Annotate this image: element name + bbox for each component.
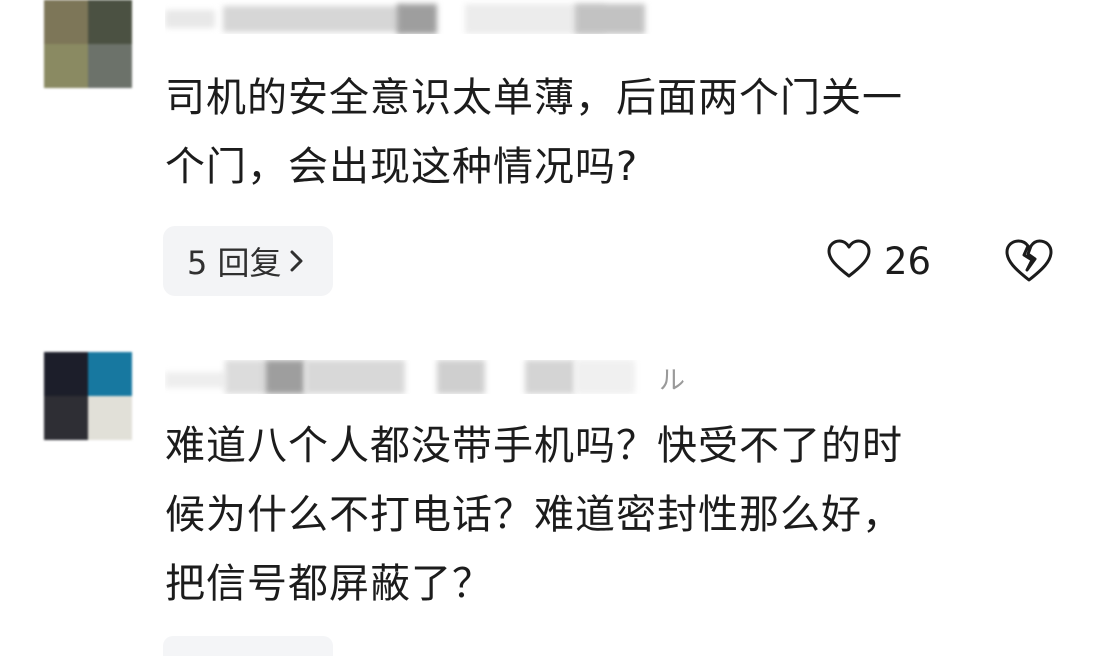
comment-item: ル 难道八个人都没带手机吗？快受不了的时 候为什么不打电话？难道密封性那么好， … [0, 340, 1107, 656]
like-count: 26 [884, 239, 932, 283]
avatar[interactable] [44, 0, 132, 88]
view-replies-button[interactable]: 5 回复 [163, 226, 333, 296]
username-redacted[interactable] [165, 0, 685, 34]
chevron-right-icon [290, 249, 304, 273]
username-redacted[interactable]: ル [165, 360, 685, 394]
heart-outline-icon [826, 238, 872, 284]
comment-line: 候为什么不打电话？难道密封性那么好， [165, 492, 903, 538]
comment-line: 把信号都屏蔽了？ [165, 561, 493, 607]
comment-line: 难道八个人都没带手机吗？快受不了的时 [165, 423, 903, 469]
comment-text: 司机的安全意识太单薄，后面两个门关一 个门，会出现这种情况吗? [165, 64, 1065, 202]
comment-line: 个门，会出现这种情况吗? [165, 144, 639, 190]
comment-text: 难道八个人都没带手机吗？快受不了的时 候为什么不打电话？难道密封性那么好， 把信… [165, 412, 1065, 619]
broken-heart-icon[interactable] [1003, 236, 1055, 286]
like-button[interactable]: 26 [826, 236, 931, 286]
comment-item: 司机的安全意识太单薄，后面两个门关一 个门，会出现这种情况吗? 5 回复 26 [0, 0, 1107, 320]
view-replies-button[interactable] [163, 636, 333, 656]
username-tail: ル [659, 366, 685, 394]
avatar[interactable] [44, 352, 132, 440]
replies-label: 5 回复 [187, 244, 282, 282]
comment-line: 司机的安全意识太单薄，后面两个门关一 [165, 75, 903, 121]
